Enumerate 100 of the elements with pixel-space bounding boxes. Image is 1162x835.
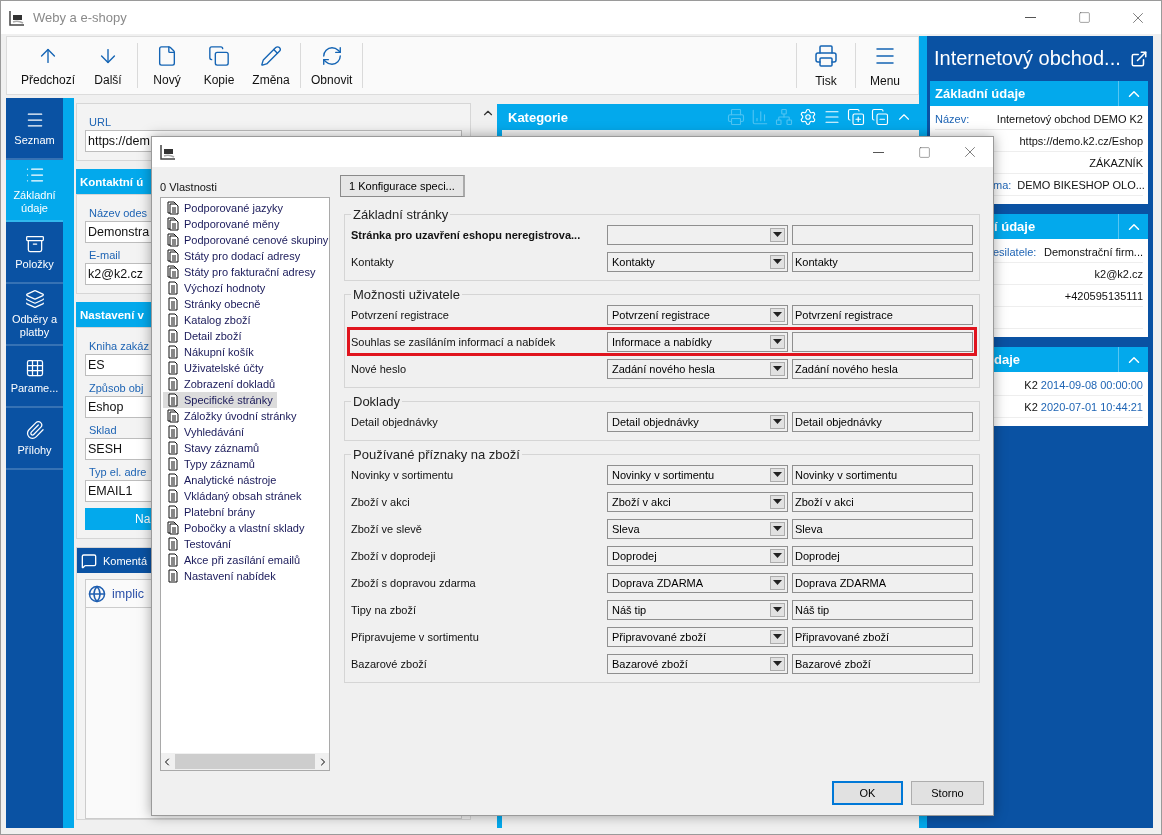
list-item[interactable]: Testování <box>163 536 236 552</box>
menu-icon[interactable] <box>823 108 841 126</box>
list-item[interactable]: Vkládaný obsah stránek <box>163 488 306 504</box>
dropdown[interactable]: Potvrzení registrace <box>607 304 788 325</box>
item-label: Podporované měny <box>184 218 280 230</box>
info-label: esilatele: <box>993 245 1037 258</box>
external-link-icon[interactable] <box>1130 49 1148 68</box>
dropdown[interactable]: Zadání nového hesla <box>607 358 788 379</box>
dropdown-arrow-icon <box>773 232 782 237</box>
list-item[interactable]: Typy záznamů <box>163 456 259 472</box>
field-label: Kniha zakáz <box>89 340 149 352</box>
minimize-icon <box>1024 17 1036 18</box>
settings-icon[interactable] <box>799 108 817 126</box>
toolbar-button[interactable]: Předchozí <box>17 43 80 88</box>
list-item[interactable]: Stavy záznamů <box>163 440 264 456</box>
text-field[interactable]: Detail objednávky <box>792 411 973 432</box>
dialog-button[interactable]: Storno <box>911 781 984 805</box>
info-value: Demonstrační firm... <box>1043 245 1143 258</box>
maximize-icon <box>1077 11 1091 24</box>
list-item[interactable]: Platební brány <box>163 504 259 520</box>
item-label: Platební brány <box>184 506 255 518</box>
document-icon <box>167 457 179 471</box>
info-value: k2@k2.cz <box>1094 267 1143 280</box>
list-item[interactable]: Podporované cenové skupiny <box>163 232 333 248</box>
scrollbar-thumb[interactable] <box>175 754 315 769</box>
list-item[interactable]: Vyhledávání <box>163 424 249 440</box>
dropdown[interactable]: Bazarové zboží <box>607 653 788 674</box>
section-title: Základní údaje <box>934 86 1027 101</box>
item-label: Specifické stránky <box>184 394 273 406</box>
item-label: Uživatelské účty <box>184 362 264 374</box>
text-field[interactable]: Potvrzení registrace <box>792 304 973 325</box>
toolbar-button[interactable]: Nový <box>144 43 191 88</box>
field-label: URL <box>89 116 111 128</box>
dropdown[interactable]: Připravované zboží <box>607 626 788 647</box>
list-item[interactable]: Podporované jazyky <box>163 200 288 216</box>
text-field[interactable]: Náš tip <box>792 599 973 620</box>
text-field[interactable]: Kontakty <box>792 251 973 272</box>
dropdown[interactable]: Detail objednávky <box>607 411 788 432</box>
toolbar-button[interactable]: Změna <box>248 43 295 88</box>
info-label: Název: <box>935 112 970 125</box>
text-field[interactable]: Zboží v akci <box>792 491 973 512</box>
dropdown[interactable]: Náš tip <box>607 599 788 620</box>
list-item[interactable]: Pobočky a vlastní sklady <box>163 520 309 536</box>
list-item[interactable]: Státy pro dodací adresy <box>163 248 305 264</box>
toolbar-button[interactable]: Další <box>85 43 132 88</box>
document-icon <box>167 473 179 487</box>
copy-minus-icon[interactable] <box>871 108 889 126</box>
document-icon <box>167 345 179 359</box>
documents-icon <box>167 521 179 535</box>
list-item[interactable]: Podporované měny <box>163 216 284 232</box>
dropdown[interactable]: Zboží v akci <box>607 491 788 512</box>
comments-title: Komentá <box>103 554 148 567</box>
list-item[interactable]: Uživatelské účty <box>163 360 268 376</box>
dropdown[interactable]: Sleva <box>607 518 788 539</box>
logo-icon <box>9 9 25 26</box>
list-item[interactable]: Výchozí hodnoty <box>163 280 270 296</box>
info-value: Internetový obchod DEMO K2 <box>996 112 1143 125</box>
dropdown[interactable]: Informace a nabídky <box>607 331 788 352</box>
dropdown[interactable] <box>607 224 788 245</box>
dialog-button[interactable]: OK <box>832 781 903 805</box>
row-label: Bazarové zboží <box>351 657 428 670</box>
dropdown-arrow-icon <box>773 366 782 371</box>
dropdown[interactable]: Doprava ZDARMA <box>607 572 788 593</box>
text-field[interactable]: Připravované zboží <box>792 626 973 647</box>
copy-plus-icon[interactable] <box>847 108 865 126</box>
list-item[interactable]: Státy pro fakturační adresy <box>163 264 320 280</box>
info-value: K2 2020-07-01 10:44:21 <box>1024 400 1143 413</box>
list-item[interactable]: Záložky úvodní stránky <box>163 408 301 424</box>
list-item[interactable]: Analytické nástroje <box>163 472 281 488</box>
list-item[interactable]: Specifické stránky <box>163 392 277 408</box>
text-field[interactable]: Doprodej <box>792 545 973 566</box>
list-item[interactable]: Stránky obecně <box>163 296 265 312</box>
dropdown[interactable]: Novinky v sortimentu <box>607 464 788 485</box>
nav-label: Seznam <box>14 133 55 147</box>
dropdown[interactable]: Kontakty <box>607 251 788 272</box>
text-field[interactable]: Novinky v sortimentu <box>792 464 973 485</box>
field-label: E-mail <box>89 249 121 261</box>
list-item[interactable]: Zobrazení dokladů <box>163 376 280 392</box>
comment-icon <box>81 552 97 569</box>
list-item[interactable]: Katalog zboží <box>163 312 255 328</box>
text-field[interactable] <box>792 331 973 352</box>
document-icon <box>167 377 179 391</box>
dropdown[interactable]: Doprodej <box>607 545 788 566</box>
item-label: Katalog zboží <box>184 314 251 326</box>
list-item[interactable]: Akce při zasílání emailů <box>163 552 305 568</box>
comment-text[interactable]: implic <box>112 586 144 601</box>
toolbar-button[interactable]: Obnovit <box>307 43 357 88</box>
list-item[interactable]: Nákupní košík <box>163 344 258 360</box>
toolbar-button[interactable]: Kopie <box>196 43 243 88</box>
toolbar-button[interactable]: Menu <box>862 43 908 88</box>
text-field[interactable]: Bazarové zboží <box>792 653 973 674</box>
text-field[interactable]: Zadání nového hesla <box>792 358 973 379</box>
text-field[interactable]: Sleva <box>792 518 973 539</box>
list-item[interactable]: Detail zboží <box>163 328 246 344</box>
list-item[interactable]: Nastavení nabídek <box>163 568 280 584</box>
toolbar-button[interactable]: Tisk <box>803 43 849 88</box>
text-field[interactable] <box>792 224 973 245</box>
tab[interactable]: 1 Konfigurace speci... <box>340 175 465 197</box>
documents-icon <box>167 249 179 263</box>
text-field[interactable]: Doprava ZDARMA <box>792 572 973 593</box>
